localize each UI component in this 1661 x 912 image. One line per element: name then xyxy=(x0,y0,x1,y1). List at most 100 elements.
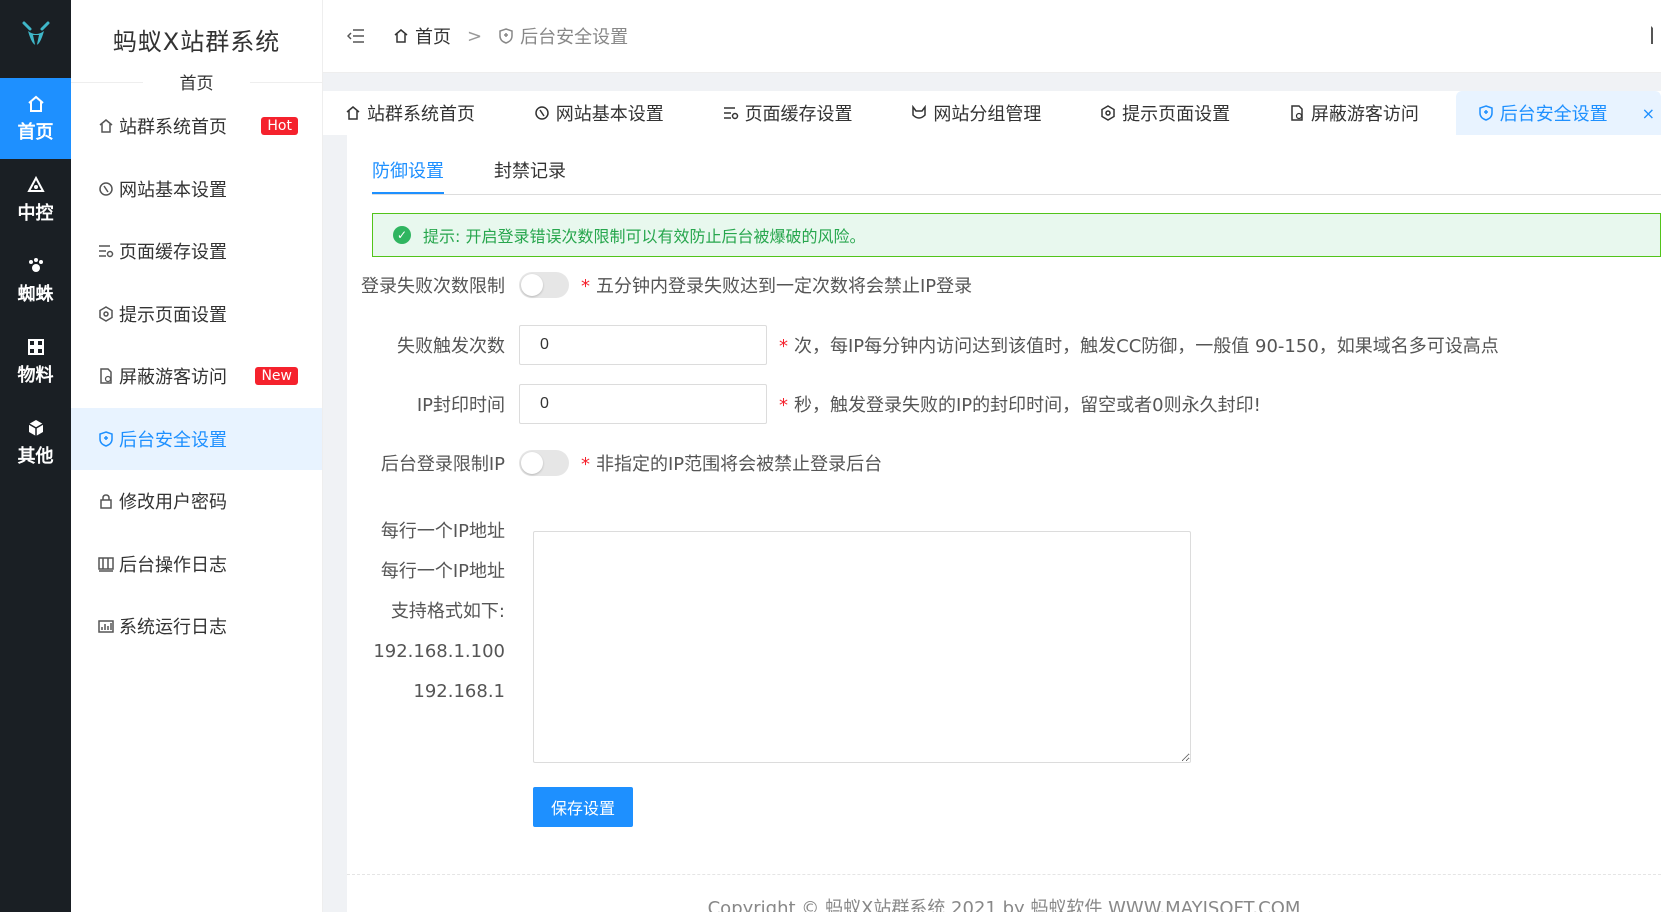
home-icon xyxy=(26,94,46,114)
ip-help-line: 支持格式如下: xyxy=(390,601,505,622)
close-tab-icon[interactable]: × xyxy=(1642,104,1655,123)
new-badge: New xyxy=(255,367,298,386)
list-settings-icon xyxy=(723,105,739,121)
home-icon xyxy=(97,117,115,135)
subtab-ban-records[interactable]: 封禁记录 xyxy=(494,135,566,194)
chart-icon xyxy=(97,617,115,635)
sidebar-item-change-password[interactable]: 修改用户密码 xyxy=(71,470,322,533)
content-panel: 防御设置 封禁记录 ✓ 提示: 开启登录错误次数限制可以有效防止后台被爆破的风险… xyxy=(347,135,1661,912)
sidebar-item-operation-log[interactable]: 后台操作日志 xyxy=(71,533,322,596)
list-settings-icon xyxy=(97,242,115,260)
sidebar-item-home[interactable]: 站群系统首页 Hot xyxy=(71,95,322,158)
rail-label: 中控 xyxy=(17,202,54,224)
sidebar-item-system-log[interactable]: 系统运行日志 xyxy=(71,595,322,658)
tab-label: 后台安全设置 xyxy=(1499,104,1608,125)
fail-count-row: 失败触发次数 *次，每IP每分钟内访问达到该值时，触发CC防御，一般值 90-1… xyxy=(347,325,1499,365)
home-icon xyxy=(393,27,411,45)
login-limit-switch[interactable] xyxy=(519,272,569,298)
sidebar-item-security[interactable]: 后台安全设置 xyxy=(71,407,322,470)
rail-item-spider[interactable]: 蜘蛛 xyxy=(0,240,71,321)
file-block-icon xyxy=(97,367,115,385)
sidebar-item-label: 站群系统首页 xyxy=(119,117,227,139)
tab-notice-settings[interactable]: 提示页面设置 xyxy=(1078,91,1267,135)
tab-label: 提示页面设置 xyxy=(1122,104,1231,125)
breadcrumb-current: 后台安全设置 xyxy=(520,27,629,48)
grid-icon xyxy=(26,337,46,357)
sidebar-menu: 站群系统首页 Hot 网站基本设置 页面缓存设置 提示页面设置 屏蔽游客访问 N… xyxy=(71,95,322,658)
rail-label: 首页 xyxy=(17,121,54,143)
compass-icon xyxy=(534,105,550,121)
rail-label: 物料 xyxy=(17,364,54,386)
sidebar-item-notice-settings[interactable]: 提示页面设置 xyxy=(71,283,322,346)
check-circle-icon: ✓ xyxy=(393,226,411,244)
file-block-icon xyxy=(1289,105,1305,121)
tip-alert: ✓ 提示: 开启登录错误次数限制可以有效防止后台被爆破的风险。 xyxy=(372,213,1661,257)
content-subtabs: 防御设置 封禁记录 xyxy=(372,135,1661,195)
rail-item-other[interactable]: 其他 xyxy=(0,402,71,483)
rail-item-control[interactable]: 中控 xyxy=(0,159,71,240)
left-rail: 首页 中控 蜘蛛 物料 其他 xyxy=(0,0,71,912)
sidebar-item-label: 页面缓存设置 xyxy=(119,242,227,264)
breadcrumb-home[interactable]: 首页 xyxy=(415,23,451,49)
ip-restrict-hint: * 非指定的IP范围将会被禁止登录后台 xyxy=(581,454,883,475)
sidebar-item-cache-settings[interactable]: 页面缓存设置 xyxy=(71,220,322,283)
copyright-footer: Copyright © 蚂蚁X站群系统 2021 by 蚂蚁软件 WWW.MAY… xyxy=(707,898,1301,912)
rail-item-materials[interactable]: 物料 xyxy=(0,321,71,402)
tab-security-settings[interactable]: 后台安全设置 × xyxy=(1455,91,1661,135)
cube-icon xyxy=(26,418,46,438)
breadcrumb-separator: > xyxy=(467,25,483,47)
subtab-defense[interactable]: 防御设置 xyxy=(372,135,444,194)
book-icon xyxy=(97,555,115,573)
sidebar-item-label: 提示页面设置 xyxy=(119,304,227,326)
login-limit-hint: * 五分钟内登录失败达到一定次数将会禁止IP登录 xyxy=(581,276,973,297)
ip-list-help: 每行一个IP地址 每行一个IP地址 支持格式如下: 192.168.1.100 … xyxy=(347,512,519,712)
ip-restrict-switch[interactable] xyxy=(519,450,569,476)
tab-site-groups[interactable]: 网站分组管理 xyxy=(889,91,1078,135)
compass-icon xyxy=(97,180,115,198)
app-title: 蚂蚁X站群系统 xyxy=(112,28,281,56)
sidebar-item-site-settings[interactable]: 网站基本设置 xyxy=(71,158,322,221)
ip-restrict-label: 后台登录限制IP xyxy=(380,454,505,475)
tab-label: 页面缓存设置 xyxy=(744,104,853,125)
tab-block-visitors[interactable]: 屏蔽游客访问 xyxy=(1267,91,1456,135)
top-header: 首页 > 后台安全设置 xyxy=(323,0,1661,73)
rail-label: 蜘蛛 xyxy=(17,283,54,305)
sidebar-item-block-visitors[interactable]: 屏蔽游客访问 New xyxy=(71,345,322,408)
ant-logo-icon xyxy=(22,21,49,49)
fail-count-hint: * 次，每IP每分钟内访问达到该值时，触发CC防御，一般值 90-150，如果域名… xyxy=(779,336,1499,357)
tab-cache-settings[interactable]: 页面缓存设置 xyxy=(701,91,890,135)
ban-time-input[interactable] xyxy=(519,384,767,424)
rail-label: 其他 xyxy=(17,445,54,467)
tab-site-settings[interactable]: 网站基本设置 xyxy=(512,91,701,135)
login-limit-hint-text: 五分钟内登录失败达到一定次数将会禁止IP登录 xyxy=(596,276,973,297)
ip-list-textarea[interactable] xyxy=(533,531,1191,763)
ban-time-row: IP封印时间 *秒，触发登录失败的IP的封印时间，留空或者0则永久封印! xyxy=(347,384,1261,424)
save-settings-button[interactable]: 保存设置 xyxy=(533,787,633,827)
ip-help-line: 每行一个IP地址 xyxy=(380,561,505,582)
sidebar-item-label: 修改用户密码 xyxy=(119,492,227,514)
login-limit-label: 登录失败次数限制 xyxy=(361,276,505,297)
shield-icon xyxy=(97,430,115,448)
home-icon xyxy=(345,105,361,121)
ip-help-line: 192.168.1 xyxy=(413,681,505,702)
ip-restrict-row: 后台登录限制IP * 非指定的IP范围将会被禁止登录后台 xyxy=(347,450,882,476)
cat-face-icon xyxy=(911,105,927,121)
sidebar-item-label: 后台操作日志 xyxy=(119,554,227,576)
lock-icon xyxy=(97,492,115,510)
sidebar-item-label: 网站基本设置 xyxy=(119,179,227,201)
sidebar-item-label: 系统运行日志 xyxy=(119,617,227,639)
hexagon-settings-icon xyxy=(1100,105,1116,121)
sidebar-section-title: 首页 xyxy=(71,69,322,94)
tab-home[interactable]: 站群系统首页 xyxy=(323,91,512,135)
page-tabs: 站群系统首页 网站基本设置 页面缓存设置 网站分组管理 提示页面设置 屏蔽游客访… xyxy=(323,91,1661,135)
collapse-menu-icon[interactable] xyxy=(347,26,367,46)
tab-label: 屏蔽游客访问 xyxy=(1310,104,1419,125)
sidebar-item-label: 后台安全设置 xyxy=(119,429,227,451)
sidebar-brand: 蚂蚁X站群系统 首页 xyxy=(71,0,322,95)
rail-item-home[interactable]: 首页 xyxy=(0,78,71,159)
ip-help-line: 192.168.1.100 xyxy=(373,641,505,662)
fail-count-label: 失败触发次数 xyxy=(397,336,505,357)
ant-logo[interactable] xyxy=(0,0,71,78)
fail-count-input[interactable] xyxy=(519,325,767,365)
fullscreen-icon[interactable] xyxy=(1651,26,1661,44)
